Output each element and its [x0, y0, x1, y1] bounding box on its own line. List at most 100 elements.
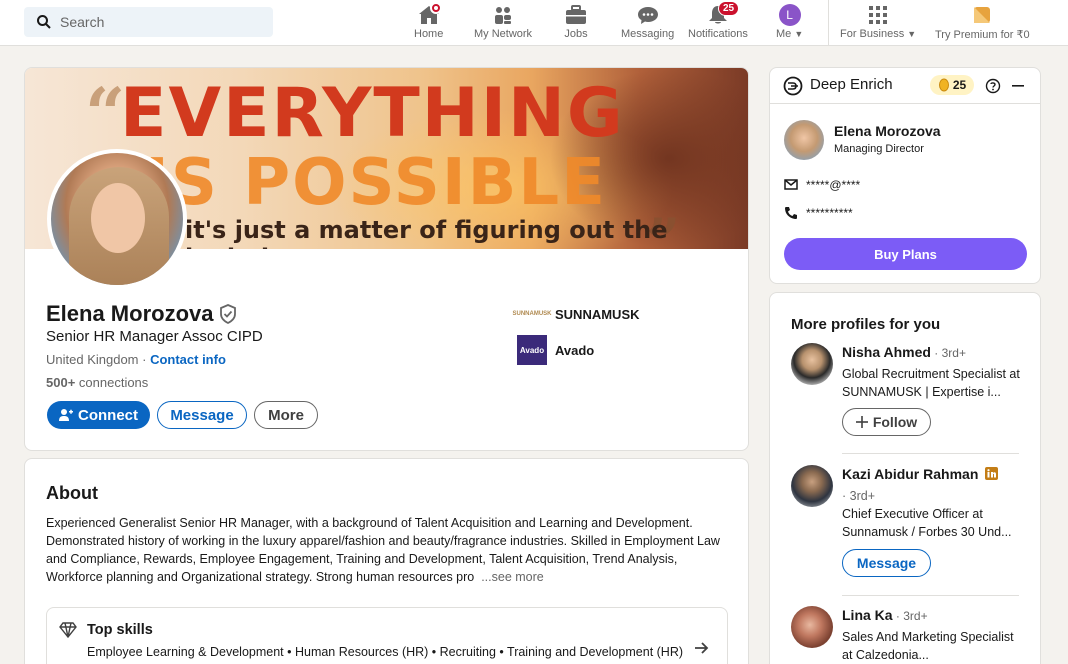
diamond-icon	[59, 622, 77, 638]
nav-messaging[interactable]: Messaging	[621, 4, 674, 42]
nav-jobs[interactable]: Jobs	[564, 4, 588, 42]
search-input[interactable]	[60, 14, 260, 30]
masked-phone[interactable]: **********	[806, 206, 853, 220]
deep-enrich-person-name: Elena Morozova	[834, 123, 941, 139]
nav-divider	[828, 0, 829, 46]
deep-enrich-card: Deep Enrich 25 Elena Morozova Managing D…	[769, 67, 1041, 284]
connection-degree: · 3rd+	[892, 609, 928, 623]
avado-logo: Avado	[517, 335, 547, 365]
connect-button-label: Connect	[78, 406, 138, 424]
network-icon	[491, 4, 515, 26]
suggestion-name[interactable]: Nisha Ahmed	[842, 344, 931, 360]
nav-my-network[interactable]: My Network	[474, 4, 532, 42]
company-sunnamusk[interactable]: SUNNAMUSK SUNNAMUSK	[513, 299, 640, 329]
notification-dot	[429, 2, 442, 14]
more-button-label: More	[268, 406, 304, 424]
deep-enrich-person-title: Managing Director	[834, 143, 924, 155]
banner-line-1: EVERYTHING	[120, 74, 625, 153]
profile-location-row: United Kingdom · Contact info	[46, 352, 226, 367]
connection-degree: · 3rd+	[930, 346, 966, 360]
nav-try-premium-label: Try Premium for ₹0	[935, 29, 1030, 41]
arrow-right-icon[interactable]	[695, 642, 709, 654]
profile-location: United Kingdom	[46, 352, 139, 367]
follow-button[interactable]: Follow	[842, 408, 931, 436]
nav-for-business[interactable]: For Business ▼	[840, 4, 916, 42]
nav-try-premium[interactable]: Try Premium for ₹0	[935, 4, 1030, 42]
suggestion-avatar[interactable]	[791, 606, 833, 648]
minimize-icon[interactable]	[1012, 85, 1024, 87]
buy-plans-button[interactable]: Buy Plans	[784, 238, 1027, 270]
connect-button[interactable]: Connect	[47, 401, 150, 429]
connection-degree: · 3rd+	[842, 489, 876, 503]
nav-me[interactable]: L Me ▼	[776, 4, 803, 42]
add-person-icon	[59, 409, 73, 421]
suggestion-avatar[interactable]	[791, 465, 833, 507]
help-icon[interactable]	[985, 78, 1001, 94]
messaging-icon	[636, 4, 660, 26]
profile-photo[interactable]	[47, 149, 187, 289]
about-title: About	[46, 483, 98, 503]
message-button-label: Message	[170, 406, 234, 424]
nav-notifications[interactable]: 25 Notifications	[688, 1, 748, 42]
nav-messaging-label: Messaging	[621, 28, 675, 40]
nav-for-business-label: For Business	[840, 28, 905, 40]
separator-dot: ·	[138, 352, 151, 367]
notifications-badge: 25	[717, 1, 740, 16]
company-name: SUNNAMUSK	[555, 306, 640, 322]
briefcase-icon	[564, 4, 588, 26]
search-icon	[37, 15, 51, 29]
nav-home-label: Home	[414, 28, 444, 40]
suggestion-headline: Chief Executive Officer at Sunnamusk / F…	[842, 507, 1012, 539]
company-avado[interactable]: Avado Avado	[517, 335, 594, 365]
bell-icon: 25	[706, 1, 740, 26]
sunnamusk-logo: SUNNAMUSK	[513, 299, 552, 329]
buy-plans-label: Buy Plans	[874, 246, 937, 262]
banner-line-2: IS POSSIBLE	[145, 146, 607, 220]
banner-line-3: it's just a matter of figuring out the l…	[185, 216, 668, 249]
follow-button-label: Follow	[872, 414, 918, 430]
contact-info-link[interactable]: Contact info	[150, 352, 226, 367]
deep-enrich-avatar	[784, 120, 824, 160]
suggestion-headline: Sales And Marketing Specialist at Calzed…	[842, 630, 1014, 662]
list-divider	[842, 595, 1019, 596]
credits-badge: 25	[930, 75, 974, 95]
see-more-link[interactable]: ...see more	[481, 570, 544, 584]
profile-card: “ EVERYTHING IS POSSIBLE „ it's just a m…	[24, 67, 749, 451]
more-button[interactable]: More	[254, 401, 318, 429]
deep-enrich-header: Deep Enrich 25	[770, 68, 1040, 104]
plus-icon	[855, 416, 868, 428]
top-skills-list: Employee Learning & Development • Human …	[87, 645, 684, 659]
phone-icon	[785, 207, 797, 219]
search-box[interactable]	[24, 7, 273, 37]
masked-email[interactable]: *****@****	[806, 178, 860, 192]
avado-logo-text: Avado	[519, 345, 545, 355]
profile-connections[interactable]: 500+ connections	[46, 375, 148, 390]
nav-my-network-label: My Network	[474, 28, 533, 40]
more-profiles-card: More profiles for you Nisha Ahmed · 3rd+…	[769, 292, 1041, 664]
suggestion-name-row: Kazi Abidur Rahman	[842, 466, 999, 482]
me-avatar: L	[778, 4, 801, 26]
message-button[interactable]: Message	[157, 401, 247, 429]
home-icon	[417, 2, 442, 26]
profile-headline: Senior HR Manager Assoc CIPD	[46, 328, 263, 345]
message-button-label: Message	[856, 555, 917, 571]
deep-enrich-logo-icon	[783, 76, 803, 96]
suggestion-name[interactable]: Lina Ka	[842, 607, 893, 623]
sunnamusk-logo-text: SUNNAMUSK	[512, 311, 552, 317]
credits-count: 25	[952, 78, 967, 92]
top-skills-box[interactable]: Top skills Employee Learning & Developme…	[46, 607, 728, 664]
caret-down-icon: ▼	[794, 29, 804, 39]
deep-enrich-title: Deep Enrich	[810, 76, 893, 93]
linkedin-premium-icon	[985, 467, 999, 480]
verified-shield-icon[interactable]	[219, 304, 237, 324]
suggestion-name[interactable]: Kazi Abidur Rahman	[842, 466, 978, 482]
suggestion-headline: Global Recruitment Specialist at SUNNAMU…	[842, 367, 1020, 399]
top-skills-title: Top skills	[87, 622, 153, 638]
top-navigation: Home My Network Jobs Messaging 25 Notifi…	[0, 0, 1068, 46]
message-button[interactable]: Message	[842, 549, 931, 577]
suggestion-avatar[interactable]	[791, 343, 833, 385]
connections-count: 500+	[46, 375, 76, 390]
about-card: About Experienced Generalist Senior HR M…	[24, 458, 749, 664]
caret-down-icon: ▼	[907, 29, 917, 39]
nav-home[interactable]: Home	[414, 2, 444, 42]
